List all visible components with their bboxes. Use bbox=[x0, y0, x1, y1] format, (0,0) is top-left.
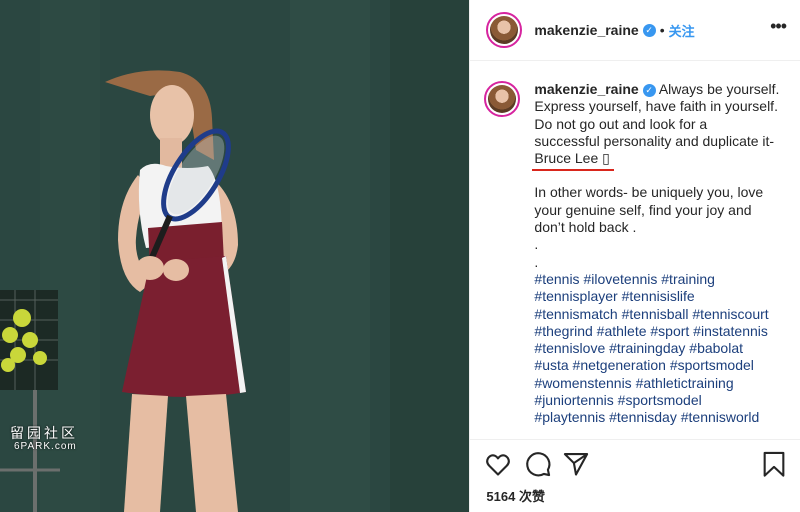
more-options-icon[interactable]: ••• bbox=[770, 16, 787, 37]
caption-avatar[interactable] bbox=[484, 81, 521, 117]
post-side-panel: makenzie_raine ✓ • 关注 ••• makenzie_raine… bbox=[469, 0, 800, 512]
hashtag-line[interactable]: #usta #netgeneration #sportsmodel bbox=[534, 357, 753, 373]
caption-line: Do not go out and look for a bbox=[534, 115, 708, 132]
hashtag-line[interactable]: #tennis #ilovetennis #training bbox=[534, 271, 715, 287]
action-bar bbox=[470, 439, 800, 490]
hashtag-line[interactable]: #womenstennis #athletictraining bbox=[534, 375, 733, 391]
caption-text: makenzie_raine ✓ Always be yourself. Expr… bbox=[532, 81, 784, 427]
like-count[interactable]: 5164 次赞 bbox=[486, 486, 545, 505]
quote-attribution: Bruce Lee ▯ bbox=[532, 150, 615, 172]
caption-comment: makenzie_raine ✓ Always be yourself. Expr… bbox=[470, 61, 800, 427]
hashtag-line[interactable]: #juniortennis #sportsmodel bbox=[534, 392, 701, 408]
verified-badge-icon: ✓ bbox=[642, 84, 656, 97]
caption-username[interactable]: makenzie_raine bbox=[534, 81, 638, 97]
hashtag-line[interactable]: #tennismatch #tennisball #tenniscourt bbox=[534, 306, 768, 322]
hashtag-line[interactable]: #thegrind #athlete #sport #instatennis bbox=[534, 323, 768, 339]
header-username[interactable]: makenzie_raine bbox=[534, 22, 638, 38]
hashtag-line[interactable]: #tennislove #trainingday #babolat bbox=[534, 340, 743, 356]
separator-dot: • bbox=[659, 22, 665, 38]
caption-paragraph: In other words- be uniquely you, love yo… bbox=[534, 184, 784, 270]
bookmark-icon[interactable] bbox=[760, 450, 788, 478]
follow-button[interactable]: 关注 bbox=[669, 21, 695, 40]
separator-dot-line: . bbox=[534, 236, 539, 253]
caption-line: Express yourself, have faith in yourself… bbox=[534, 98, 778, 115]
watermark-url: 6PARK.com bbox=[14, 441, 77, 452]
scroll-fade bbox=[470, 427, 800, 439]
caption-line: don’t hold back . bbox=[534, 219, 637, 236]
paper-plane-icon[interactable] bbox=[562, 450, 590, 478]
caption-quote: makenzie_raine ✓ Always be yourself. Expr… bbox=[532, 81, 784, 172]
hashtag-line[interactable]: #tennisplayer #tennisislife bbox=[534, 288, 694, 304]
hashtag-line[interactable]: #playtennis #tennisday #tennisworld bbox=[534, 409, 759, 425]
avatar-image bbox=[488, 85, 517, 113]
caption-line: successful personality and duplicate it- bbox=[534, 132, 775, 149]
avatar[interactable] bbox=[486, 12, 523, 48]
watermark-text: 留园社区 bbox=[10, 426, 78, 442]
caption-line: Always be yourself. bbox=[658, 81, 780, 97]
comments-area: makenzie_raine ✓ Always be yourself. Expr… bbox=[470, 61, 800, 439]
post-photo[interactable]: 留园社区 6PARK.com bbox=[0, 0, 470, 512]
caption-line: In other words- be uniquely you, love bbox=[534, 184, 764, 201]
hashtags[interactable]: #tennis #ilovetennis #training #tennispl… bbox=[534, 271, 784, 427]
comment-bubble-icon[interactable] bbox=[524, 450, 552, 478]
heart-icon[interactable] bbox=[484, 450, 512, 478]
separator-dot-line: . bbox=[534, 253, 539, 270]
emoji-glyph: ▯ bbox=[602, 150, 610, 167]
post-header: makenzie_raine ✓ • 关注 ••• bbox=[470, 0, 800, 61]
avatar-image bbox=[490, 16, 519, 44]
verified-badge-icon: ✓ bbox=[642, 23, 656, 37]
caption-line: your genuine self, find your joy and bbox=[534, 201, 752, 218]
